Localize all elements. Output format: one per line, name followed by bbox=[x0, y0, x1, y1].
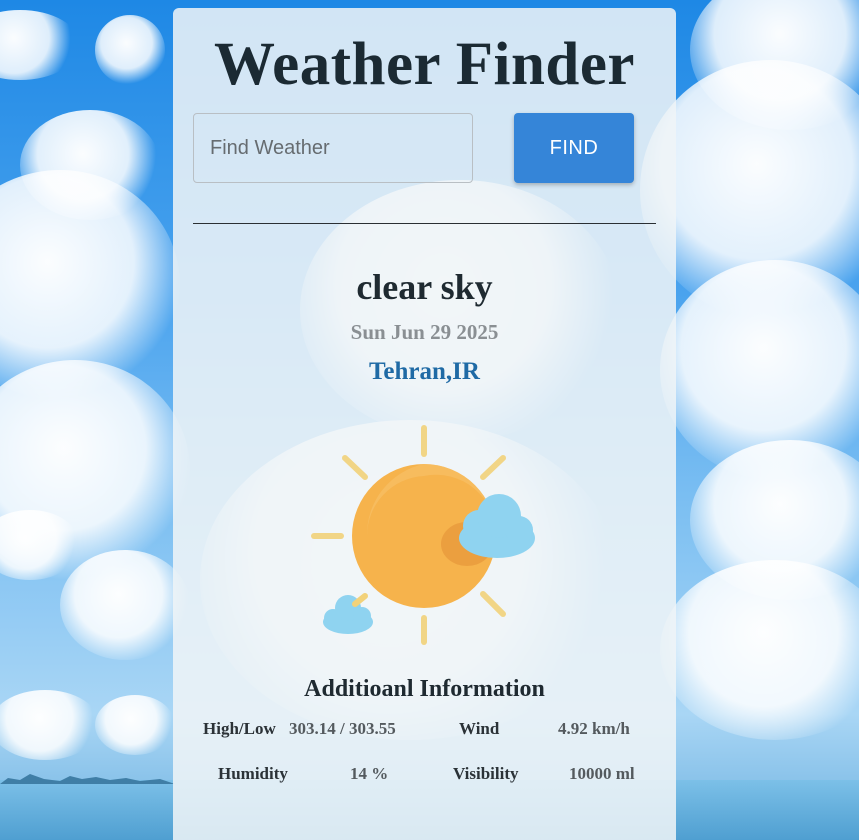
wind-label: Wind bbox=[459, 719, 500, 738]
cloud-decoration bbox=[60, 550, 190, 660]
cloud-decoration bbox=[660, 560, 859, 740]
weather-condition: clear sky bbox=[356, 267, 493, 307]
islands-silhouette bbox=[0, 774, 175, 784]
cloud-decoration bbox=[95, 15, 165, 85]
find-button[interactable]: FIND bbox=[514, 113, 634, 183]
divider bbox=[193, 223, 656, 224]
visibility-label: Visibility bbox=[453, 764, 519, 783]
cloud-decoration bbox=[0, 10, 80, 80]
search-input[interactable] bbox=[193, 113, 473, 183]
humidity-value: 14 % bbox=[350, 764, 389, 783]
additional-info-title: Additioanl Information bbox=[304, 676, 545, 702]
app-title: Weather Finder bbox=[214, 31, 635, 98]
location-label: Tehran,IR bbox=[369, 358, 480, 385]
high-low-value: 303.14 / 303.55 bbox=[289, 719, 396, 738]
cloud-decoration bbox=[0, 690, 100, 760]
visibility-value: 10000 ml bbox=[569, 764, 635, 783]
cloud-decoration bbox=[95, 695, 175, 755]
humidity-label: Humidity bbox=[218, 764, 288, 783]
sun-with-clouds-icon bbox=[311, 425, 535, 645]
wind-value: 4.92 km/h bbox=[558, 719, 630, 738]
high-low-label: High/Low bbox=[203, 719, 276, 738]
current-date: Sun Jun 29 2025 bbox=[350, 320, 499, 344]
weather-card: Weather Finder FIND clear sky Sun Jun 29… bbox=[173, 8, 676, 840]
